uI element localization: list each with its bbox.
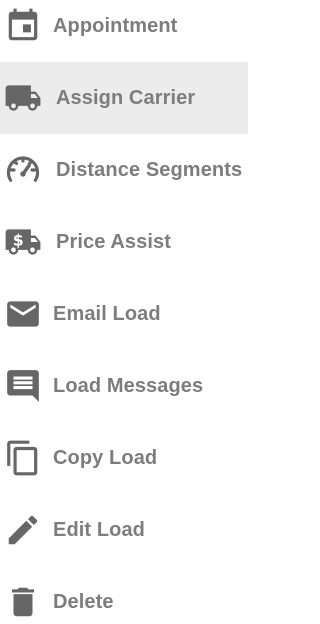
dollar-truck-icon: $ [4,223,42,261]
menu-item-copy-load[interactable]: Copy Load [0,422,248,494]
pencil-icon [4,511,42,549]
menu-item-appointment[interactable]: Appointment [0,0,248,62]
menu-item-edit-load[interactable]: Edit Load [0,494,248,566]
menu-item-label: Distance Segments [56,158,243,181]
menu-item-load-messages[interactable]: Load Messages [0,350,248,422]
menu-item-delete[interactable]: Delete [0,566,248,624]
menu-item-email-load[interactable]: Email Load [0,278,248,350]
menu-item-price-assist[interactable]: $ Price Assist [0,206,248,278]
menu-item-assign-carrier[interactable]: Assign Carrier [0,62,248,134]
truck-icon [4,79,42,117]
envelope-icon [4,295,42,333]
trash-icon [4,583,42,621]
svg-text:$: $ [13,231,24,250]
menu-item-label: Load Messages [53,374,204,397]
calendar-icon [4,7,42,45]
menu-item-label: Price Assist [56,230,171,253]
menu-item-distance-segments[interactable]: Distance Segments [0,134,248,206]
speedometer-icon [4,151,42,189]
copy-icon [4,439,42,477]
menu-item-label: Edit Load [53,518,146,541]
context-menu: Appointment Assign Carrier Distance Segm… [0,0,248,624]
menu-item-label: Assign Carrier [56,86,196,109]
menu-item-label: Appointment [53,14,178,37]
message-icon [4,367,42,405]
menu-item-label: Delete [53,590,114,613]
menu-item-label: Email Load [53,302,161,325]
menu-item-label: Copy Load [53,446,158,469]
